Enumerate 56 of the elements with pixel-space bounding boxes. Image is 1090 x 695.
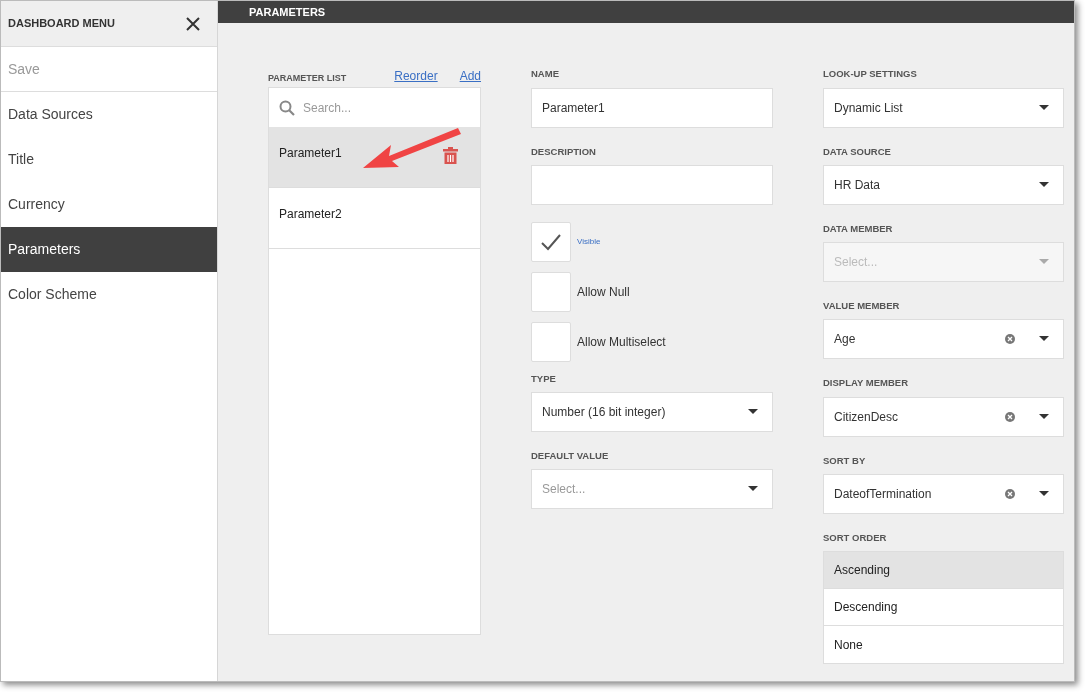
menu-title: DASHBOARD MENU (8, 16, 115, 32)
search-field[interactable]: Search... (303, 93, 473, 122)
field-label: DESCRIPTION (531, 144, 597, 159)
caret-icon (1039, 413, 1049, 420)
checkbox[interactable] (531, 271, 571, 312)
trash-icon[interactable] (443, 147, 458, 165)
clear-icon[interactable] (1005, 411, 1015, 422)
field-label: SORT ORDER (823, 530, 888, 545)
checkbox[interactable] (531, 321, 571, 362)
field-label: NAME (531, 67, 560, 82)
caret-icon (1039, 336, 1049, 343)
dropdown-field[interactable]: DateofTermination (823, 473, 1064, 514)
field-label: DATA MEMBER (823, 221, 894, 236)
checkbox-label: Visible (577, 235, 601, 248)
sidebar-item[interactable]: Data Sources (1, 92, 217, 137)
clear-icon[interactable] (1005, 488, 1015, 499)
dropdown-field[interactable]: CitizenDesc (823, 396, 1064, 437)
caret-icon (1039, 259, 1049, 265)
list-option[interactable]: Descending (824, 589, 1063, 626)
checkbox[interactable] (531, 221, 571, 262)
dropdown-field[interactable]: HR Data (823, 164, 1064, 205)
field-label: DATA SOURCE (823, 144, 892, 159)
close-icon[interactable] (185, 15, 201, 32)
page-title: PARAMETERS (249, 4, 326, 20)
field-label: SORT BY (823, 453, 867, 468)
caret-icon (1039, 104, 1049, 111)
search-icon (279, 99, 295, 116)
sidebar-item[interactable]: Currency (1, 182, 217, 227)
caret-icon (1039, 490, 1049, 497)
checkbox-label: Allow Null (577, 283, 630, 301)
caret-icon (748, 409, 758, 415)
dropdown-field[interactable]: Dynamic List (823, 87, 1064, 128)
checkmark-icon (540, 232, 562, 251)
dropdown-field[interactable]: Age (823, 319, 1064, 360)
field-label: DEFAULT VALUE (531, 449, 610, 463)
checkbox-label: Allow Multiselect (577, 333, 666, 351)
field-label: TYPE (531, 371, 557, 386)
field-label: DISPLAY MEMBER (823, 376, 909, 391)
text-field[interactable] (531, 164, 773, 205)
dropdown-field: Select... (823, 242, 1064, 282)
caret-icon (748, 486, 758, 493)
field-label: LOOK-UP SETTINGS (823, 67, 918, 82)
field-label: VALUE MEMBER (823, 299, 901, 313)
list-option[interactable]: Ascending (824, 552, 1063, 589)
section-label: PARAMETER LIST (268, 71, 347, 85)
list-option[interactable]: None (824, 626, 1063, 663)
link[interactable]: Reorder (394, 67, 438, 86)
sidebar-item[interactable]: Title (1, 137, 217, 182)
sidebar-item[interactable]: Parameters (1, 227, 217, 272)
clear-icon[interactable] (1005, 334, 1015, 345)
parameter-item[interactable]: Parameter1 (269, 127, 480, 189)
link[interactable]: Add (459, 67, 481, 86)
caret-icon (1039, 181, 1049, 188)
dropdown-field[interactable]: Number (16 bit integer) (531, 392, 773, 432)
text-field[interactable]: Parameter1 (531, 87, 773, 128)
sidebar-item[interactable]: Color Scheme (1, 272, 217, 317)
